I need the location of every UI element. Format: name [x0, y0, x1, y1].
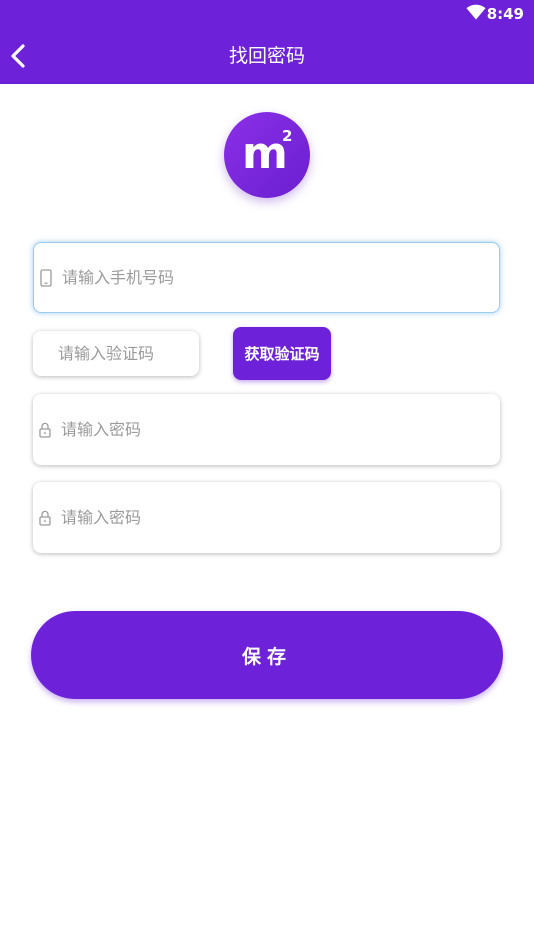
confirm-password-field: [33, 482, 500, 553]
page-title: 找回密码: [228, 45, 305, 67]
save-button[interactable]: 保存: [31, 611, 503, 699]
wifi-icon: [466, 4, 486, 20]
lock-icon: [39, 510, 51, 526]
confirm-password-input[interactable]: [61, 482, 481, 553]
get-code-button[interactable]: 获取验证码: [233, 327, 331, 380]
phone-input[interactable]: [62, 243, 482, 312]
lock-icon: [39, 422, 51, 438]
code-input[interactable]: [58, 331, 193, 376]
phone-field: [33, 242, 500, 313]
app-logo: m 2: [224, 112, 310, 198]
logo-letter: m: [242, 128, 288, 179]
password-input[interactable]: [61, 394, 481, 465]
logo-superscript: 2: [282, 127, 293, 145]
phone-icon: [40, 269, 52, 287]
code-field: [33, 331, 199, 376]
app-header: 8:49 找回密码: [0, 0, 534, 84]
status-time: 8:49: [486, 5, 524, 23]
status-bar: 8:49: [0, 0, 534, 28]
password-field: [33, 394, 500, 465]
